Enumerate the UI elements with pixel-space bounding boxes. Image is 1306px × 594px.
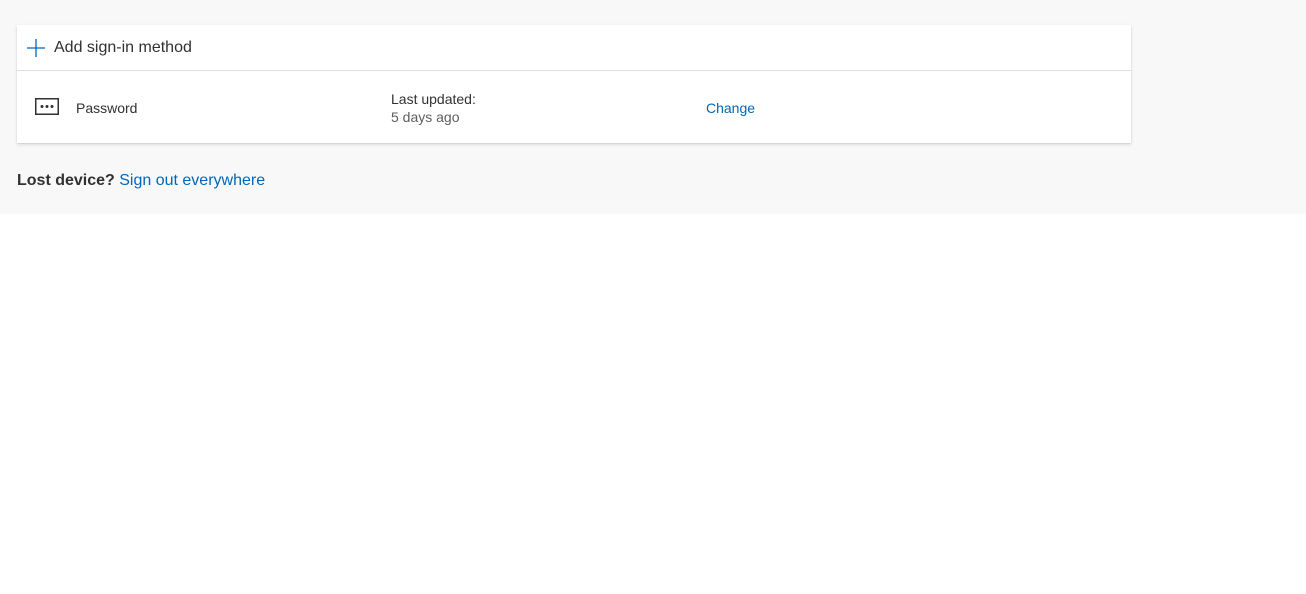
sign-in-methods-card: Add sign-in method Password Last updated…: [17, 25, 1131, 143]
sign-out-everywhere-link[interactable]: Sign out everywhere: [119, 172, 265, 189]
change-password-link[interactable]: Change: [706, 99, 755, 117]
last-updated-value: 5 days ago: [391, 109, 460, 125]
password-icon: [35, 98, 59, 115]
lost-device-line: Lost device? Sign out everywhere: [17, 171, 265, 191]
sign-in-methods-section: Add sign-in method Password Last updated…: [0, 0, 1306, 214]
last-updated-label: Last updated:: [391, 91, 476, 107]
method-name: Password: [76, 100, 138, 116]
add-sign-in-method-button[interactable]: Add sign-in method: [17, 25, 1131, 71]
lost-device-label: Lost device?: [17, 172, 120, 189]
plus-icon: [27, 39, 45, 57]
sign-in-method-row: Password Last updated: 5 days ago Change: [17, 71, 1131, 143]
add-sign-in-method-label: Add sign-in method: [54, 39, 192, 56]
